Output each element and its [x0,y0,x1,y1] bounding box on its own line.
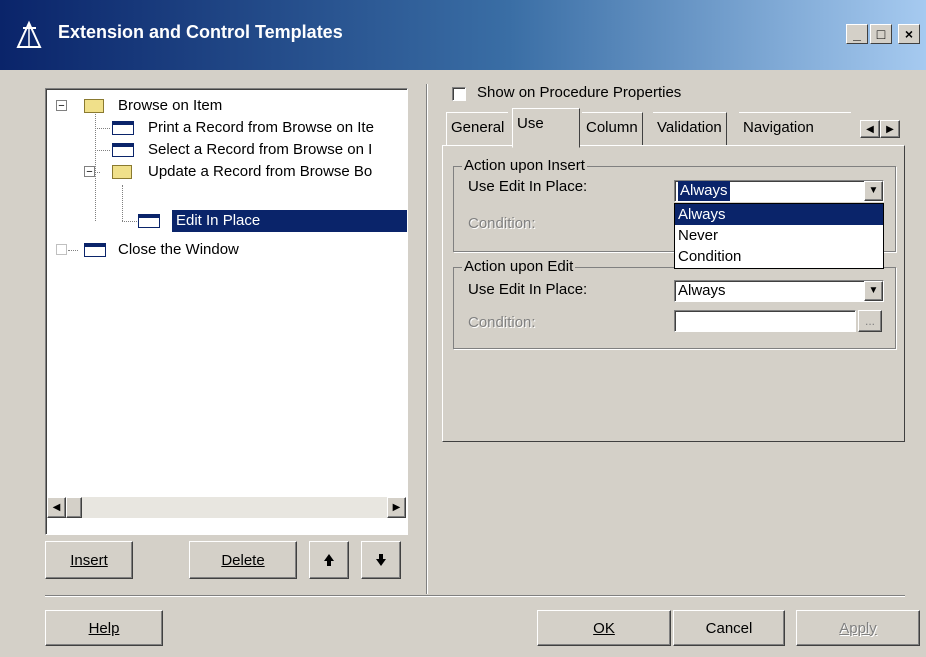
use-edit-in-place-label: Use Edit In Place: [468,281,588,298]
group-title: Action upon Insert [462,157,587,174]
template-tree[interactable]: − Browse on Item Print a Record from Bro… [45,88,408,535]
arrow-right-icon: ▶ [886,123,894,135]
minimize-icon: _ [853,26,861,42]
chevron-down-icon: ▼ [868,185,879,196]
condition-label: Condition: [468,314,536,331]
dropdown-arrow-button[interactable]: ▼ [864,281,883,301]
insert-use-edit-in-place-select[interactable]: Always ▼ [674,180,884,202]
tree-item-print-record[interactable]: Print a Record from Browse on Ite [56,117,407,139]
dropdown-option-never[interactable]: Never [675,225,883,246]
select-value: Always [678,181,730,201]
apply-button[interactable]: Apply [796,610,920,646]
ellipsis-icon: ... [864,314,875,328]
bottom-divider [45,595,905,597]
tree-item-label: Edit In Place [172,210,407,232]
vertical-divider [426,84,428,594]
move-up-icon [324,554,334,566]
title-bar[interactable]: Extension and Control Templates _ □ × [0,0,926,70]
tree-item-select-record[interactable]: Select a Record from Browse on I [56,139,407,161]
tab-label: Navigation [743,119,814,136]
edit-condition-input[interactable] [674,310,856,332]
tab-use[interactable]: Use [512,108,580,148]
condition-lookup-button[interactable]: ... [858,310,882,332]
apply-button-label: Apply [839,619,877,637]
tree-item-edit-in-place[interactable]: Edit In Place [56,210,407,232]
tab-label: Validation [657,119,722,136]
use-edit-in-place-label: Use Edit In Place: [468,178,588,195]
scroll-right-button[interactable]: ▶ [387,497,406,518]
close-button[interactable]: × [898,24,920,44]
show-on-properties-label[interactable]: Show on Procedure Properties [477,84,681,101]
maximize-button[interactable]: □ [870,24,892,44]
tab-general[interactable]: General [446,112,509,145]
tree-item-close-window[interactable]: Close the Window [56,239,396,261]
cancel-button[interactable]: Cancel [673,610,785,646]
dropdown-option-always[interactable]: Always [675,204,883,225]
delete-button-label: Delete [221,551,265,569]
move-down-icon [376,554,386,566]
ok-button-label: OK [593,619,615,637]
tab-label: Column [586,119,638,136]
empty-expander-icon [56,244,67,255]
group-title: Action upon Edit [462,258,576,275]
collapse-icon[interactable]: − [56,100,67,112]
folder-icon [84,99,104,113]
insert-button-label: Insert [70,551,108,569]
chevron-down-icon: ▼ [868,285,879,296]
maximize-icon: □ [876,26,886,42]
insert-button[interactable]: Insert [45,541,133,579]
window-icon [112,143,134,157]
tree-item-label: Update a Record from Browse Bo [148,163,373,180]
tab-label: General [451,119,505,136]
scroll-left-button[interactable]: ◀ [47,497,66,518]
tree-item-label: Select a Record from Browse on I [148,141,373,158]
arrow-left-icon: ◀ [52,502,61,513]
tab-validation[interactable]: Validation [653,112,727,145]
scroll-thumb[interactable] [66,497,82,518]
arrow-right-icon: ▶ [392,502,401,513]
window-title: Extension and Control Templates [58,22,343,42]
tree-item-label: Browse on Item [118,97,223,114]
help-button[interactable]: Help [45,610,163,646]
tab-navigation[interactable]: Navigation [739,112,851,145]
tab-label: Use [517,115,544,132]
move-up-button[interactable] [309,541,349,579]
app-icon [16,20,42,48]
condition-label: Condition: [468,215,536,232]
help-button-label: Help [88,619,120,637]
delete-button[interactable]: Delete [189,541,297,579]
window-icon [112,121,134,135]
window-icon [138,214,160,228]
minimize-button[interactable]: _ [846,24,868,44]
folder-icon [112,165,132,179]
tab-column[interactable]: Column [582,112,643,145]
insert-options-dropdown[interactable]: Always Never Condition [674,203,884,269]
window-icon [84,243,106,257]
edit-use-edit-in-place-select[interactable]: Always ▼ [674,280,884,302]
tab-scroll-left-button[interactable]: ◀ [860,120,880,138]
tree-item-browse-on-item[interactable]: − Browse on Item [56,95,396,117]
arrow-left-icon: ◀ [866,123,874,135]
ok-button[interactable]: OK [537,610,671,646]
cancel-button-label: Cancel [705,619,753,637]
tree-horizontal-scrollbar[interactable]: ◀ ▶ [47,497,406,518]
show-on-properties-checkbox[interactable] [452,87,466,101]
dropdown-option-condition[interactable]: Condition [675,246,883,267]
select-value: Always [678,282,726,299]
move-down-button[interactable] [361,541,401,579]
tree-item-label: Close the Window [118,241,239,258]
tree-item-label: Print a Record from Browse on Ite [148,119,374,136]
dropdown-arrow-button[interactable]: ▼ [864,181,883,201]
tab-scroll-right-button[interactable]: ▶ [880,120,900,138]
close-icon: × [904,26,914,42]
tree-item-update-record[interactable]: − Update a Record from Browse Bo [56,161,407,183]
collapse-icon[interactable]: − [84,166,95,178]
